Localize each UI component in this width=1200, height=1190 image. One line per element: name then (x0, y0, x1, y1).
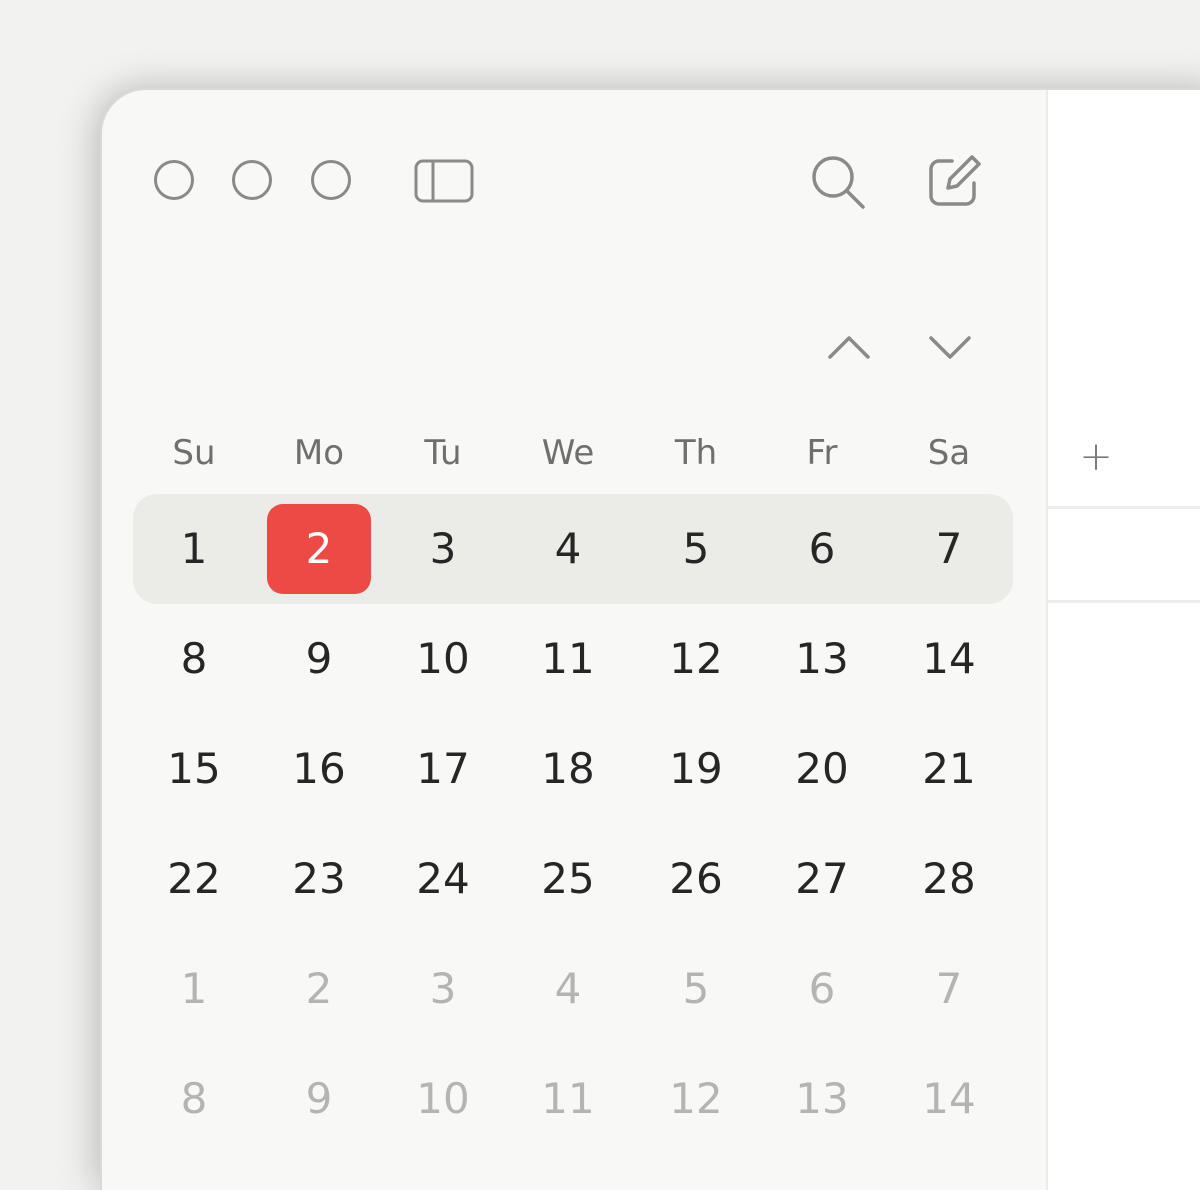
calendar-day[interactable]: 12 (644, 614, 748, 704)
weekday-label: We (541, 433, 595, 473)
calendar-day[interactable]: 5 (644, 944, 748, 1034)
calendar-day[interactable]: 5 (644, 504, 748, 594)
search-icon[interactable] (808, 152, 868, 216)
calendar-day[interactable]: 17 (391, 724, 495, 814)
add-button[interactable]: + (1076, 437, 1116, 477)
weekday-label: Sa (927, 433, 971, 473)
calendar-day[interactable]: 4 (516, 944, 620, 1034)
weekday-label: Tu (424, 433, 462, 473)
calendar-day[interactable]: 26 (644, 834, 748, 924)
calendar-day[interactable]: 14 (897, 614, 1001, 704)
calendar-day[interactable]: 19 (644, 724, 748, 814)
weekday-label: Th (674, 433, 718, 473)
calendar-day[interactable]: 24 (391, 834, 495, 924)
calendar-day[interactable]: 1 (142, 504, 246, 594)
close-button[interactable] (154, 160, 194, 200)
weekday-label: Fr (806, 433, 838, 473)
calendar-day[interactable]: 21 (897, 724, 1001, 814)
calendar-day-today[interactable]: 2 (267, 504, 371, 594)
calendar-day[interactable]: 25 (516, 834, 620, 924)
calendar-day[interactable]: 1 (142, 944, 246, 1034)
app-window: Su Mo Tu We Th Fr Sa 1 2 3 4 5 6 7 8 9 10 11 12 13 14 15 16 17… (100, 88, 1200, 1190)
calendar-day[interactable]: 9 (267, 1054, 371, 1144)
sidebar-toggle-icon[interactable] (414, 158, 474, 208)
calendar-day[interactable]: 20 (770, 724, 874, 814)
calendar-day[interactable]: 10 (391, 614, 495, 704)
calendar-day[interactable]: 23 (267, 834, 371, 924)
calendar-day[interactable]: 3 (391, 504, 495, 594)
compose-icon[interactable] (926, 152, 984, 214)
chevron-down-icon[interactable] (927, 332, 973, 366)
calendar-day[interactable]: 6 (770, 504, 874, 594)
calendar-day[interactable]: 28 (897, 834, 1001, 924)
calendar-day[interactable]: 4 (516, 504, 620, 594)
calendar-day[interactable]: 6 (770, 944, 874, 1034)
calendar-day[interactable]: 3 (391, 944, 495, 1034)
calendar-day[interactable]: 14 (897, 1054, 1001, 1144)
calendar-day[interactable]: 8 (142, 614, 246, 704)
content-divider (1048, 506, 1200, 509)
chevron-up-icon[interactable] (826, 332, 872, 366)
calendar-day[interactable]: 12 (644, 1054, 748, 1144)
calendar-day[interactable]: 2 (267, 944, 371, 1034)
zoom-button[interactable] (311, 160, 351, 200)
calendar-day[interactable]: 7 (897, 504, 1001, 594)
calendar-day[interactable]: 10 (391, 1054, 495, 1144)
calendar-day[interactable]: 7 (897, 944, 1001, 1034)
minimize-button[interactable] (232, 160, 272, 200)
calendar-day[interactable]: 8 (142, 1054, 246, 1144)
content-pane: + (1046, 90, 1200, 1190)
weekday-label: Su (172, 433, 216, 473)
weekday-label: Mo (293, 433, 345, 473)
calendar-day[interactable]: 22 (142, 834, 246, 924)
calendar-day[interactable]: 13 (770, 614, 874, 704)
calendar-day[interactable]: 15 (142, 724, 246, 814)
calendar-day[interactable]: 9 (267, 614, 371, 704)
content-divider (1048, 600, 1200, 603)
calendar-day[interactable]: 16 (267, 724, 371, 814)
calendar-day[interactable]: 18 (516, 724, 620, 814)
calendar-day[interactable]: 13 (770, 1054, 874, 1144)
calendar-day[interactable]: 11 (516, 1054, 620, 1144)
calendar-day[interactable]: 27 (770, 834, 874, 924)
calendar-day[interactable]: 11 (516, 614, 620, 704)
